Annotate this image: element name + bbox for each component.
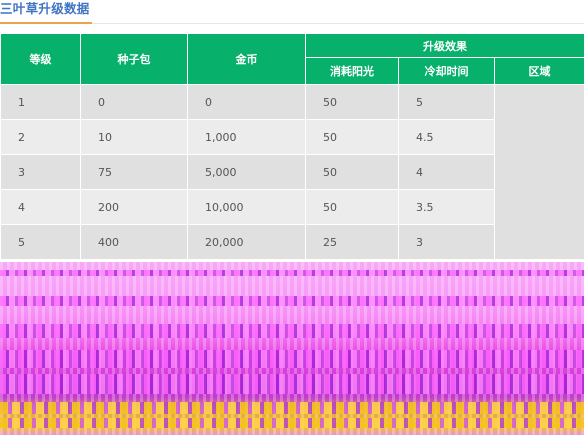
- glitch-stripe: [0, 270, 584, 276]
- cell-seed-pack: 0: [80, 84, 188, 120]
- cell-gold: 0: [187, 84, 306, 120]
- header-sun-cost: 消耗阳光: [305, 57, 399, 85]
- cell-cooldown: 3: [398, 224, 495, 260]
- cell-sun-cost: 50: [305, 119, 399, 155]
- header-seed-pack: 种子包: [80, 33, 188, 85]
- cell-gold: 10,000: [187, 189, 306, 225]
- glitch-stripe: [0, 350, 584, 368]
- cell-region: [494, 84, 584, 260]
- header-cooldown: 冷却时间: [398, 57, 495, 85]
- glitch-stripe: [0, 418, 584, 428]
- page: 三叶草升级数据 等级 种子包 金币 升级效果 消耗阳光 冷却时间 区域 1 0 …: [0, 0, 584, 435]
- corrupted-render-area: [0, 262, 584, 435]
- header-region: 区域: [494, 57, 584, 85]
- cell-gold: 1,000: [187, 119, 306, 155]
- cell-gold: 20,000: [187, 224, 306, 260]
- cell-level: 4: [0, 189, 81, 225]
- cell-sun-cost: 50: [305, 189, 399, 225]
- cell-seed-pack: 75: [80, 154, 188, 190]
- cell-level: 3: [0, 154, 81, 190]
- cell-gold: 5,000: [187, 154, 306, 190]
- glitch-stripe: [0, 296, 584, 306]
- cell-level: 1: [0, 84, 81, 120]
- cell-cooldown: 4.5: [398, 119, 495, 155]
- cell-level: 5: [0, 224, 81, 260]
- cell-cooldown: 3.5: [398, 189, 495, 225]
- table-row: 1 0 0 50 5: [0, 84, 584, 260]
- cell-cooldown: 4: [398, 154, 495, 190]
- cell-sun-cost: 25: [305, 224, 399, 260]
- section-title-underline: [0, 22, 92, 24]
- glitch-stripe: [0, 374, 584, 394]
- section-title: 三叶草升级数据: [0, 1, 90, 16]
- section-header: 三叶草升级数据: [0, 0, 584, 24]
- cell-cooldown: 5: [398, 84, 495, 120]
- glitch-stripe: [0, 402, 584, 414]
- header-level: 等级: [0, 33, 81, 85]
- cell-sun-cost: 50: [305, 154, 399, 190]
- header-upgrade-effect: 升级效果: [305, 33, 584, 58]
- upgrade-data-table: 等级 种子包 金币 升级效果 消耗阳光 冷却时间 区域 1 0 0 50 5 2: [0, 33, 584, 260]
- cell-seed-pack: 10: [80, 119, 188, 155]
- header-gold: 金币: [187, 33, 306, 85]
- cell-seed-pack: 400: [80, 224, 188, 260]
- cell-sun-cost: 50: [305, 84, 399, 120]
- cell-seed-pack: 200: [80, 189, 188, 225]
- cell-level: 2: [0, 119, 81, 155]
- glitch-stripe: [0, 324, 584, 338]
